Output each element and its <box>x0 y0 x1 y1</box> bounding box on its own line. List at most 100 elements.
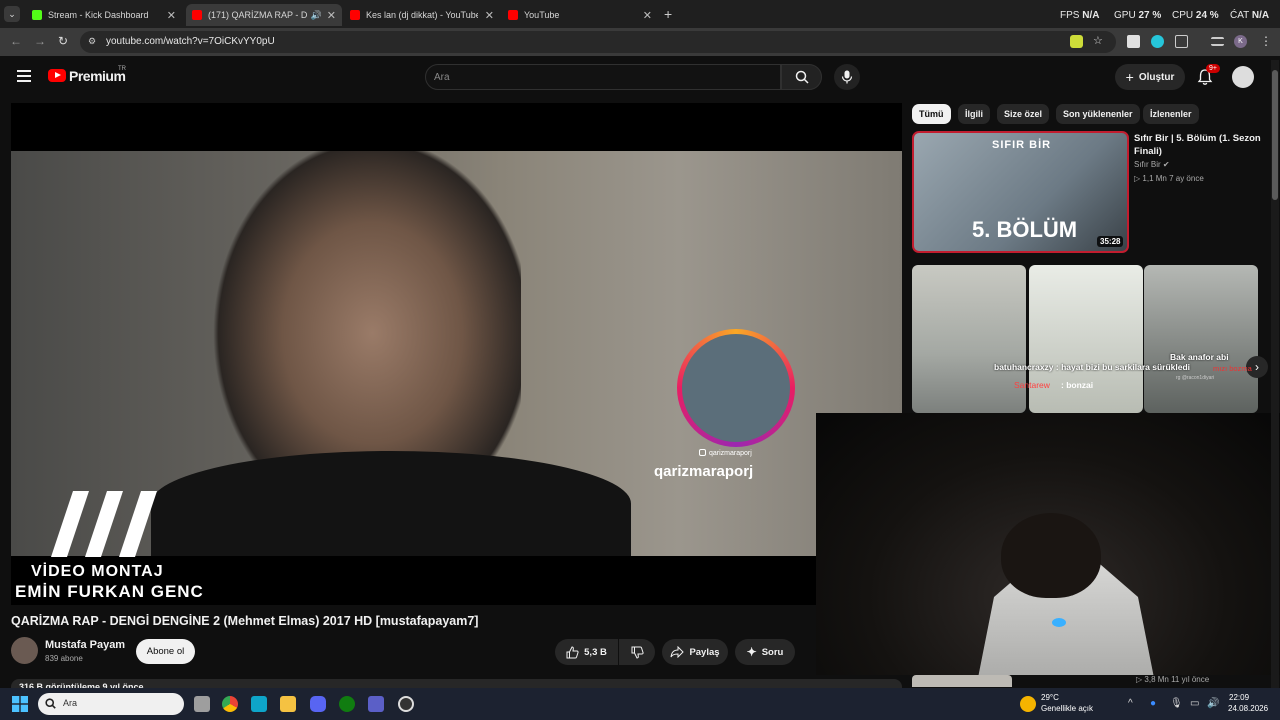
extra-readout: ĆAT N/A <box>1230 10 1270 21</box>
search-icon <box>795 70 809 84</box>
chip-for-you[interactable]: Size özel <box>997 104 1050 124</box>
video-player[interactable]: VİDEO MONTAJ EMİN FURKAN GENC qarizmarap… <box>11 103 902 605</box>
taskbar-search-text[interactable]: Ara <box>63 698 77 708</box>
dislike-button[interactable] <box>619 639 655 665</box>
tray-overflow-chevron-icon[interactable]: ^ <box>1128 698 1133 709</box>
share-icon <box>670 646 685 658</box>
speaker-icon[interactable]: 🔊 <box>311 10 322 21</box>
task-view-icon[interactable] <box>194 696 210 712</box>
network-icon[interactable]: ▭ <box>1190 698 1199 709</box>
recommendation-channel[interactable]: Sıfır Bir ✔ <box>1134 160 1170 169</box>
clock-date[interactable]: 24.08.2026 <box>1228 704 1268 713</box>
recommendation-meta: ▷ 1,1 Mn 7 ay önce <box>1134 174 1204 183</box>
fps-readout: FPS N/A <box>1060 10 1100 21</box>
short-subcaption: rg @racon1diyari <box>1176 375 1215 381</box>
url-text[interactable]: youtube.com/watch?v=7OiCKvYY0pU <box>106 36 275 47</box>
recommendation-thumbnail[interactable]: SIFIR BİR 5. BÖLÜM <box>912 131 1129 253</box>
xbox-icon[interactable] <box>339 696 355 712</box>
voice-search-button[interactable] <box>834 64 860 90</box>
weather-temperature[interactable]: 29°C <box>1041 693 1059 702</box>
tab-youtube[interactable]: YouTube ✕ <box>502 4 658 26</box>
weather-sun-icon[interactable] <box>1020 696 1036 712</box>
chat-username: Santarew <box>1014 380 1050 390</box>
chip-related[interactable]: İlgili <box>958 104 990 124</box>
channel-avatar[interactable] <box>11 637 38 664</box>
montage-credit-line2: EMİN FURKAN GENC <box>15 582 204 601</box>
obs-icon[interactable] <box>398 696 414 712</box>
hamburger-menu-icon[interactable] <box>17 70 31 82</box>
play-count-icon: ▷ <box>1134 174 1141 183</box>
channel-name[interactable]: Mustafa Payam <box>45 639 125 651</box>
bookmark-star-icon[interactable]: ☆ <box>1093 34 1103 47</box>
extension-icon[interactable] <box>1151 35 1164 48</box>
tab-qarizma-rap[interactable]: (171) QARİZMA RAP - DENG 🔊 ✕ <box>186 4 342 26</box>
reload-icon[interactable]: ↻ <box>58 34 68 48</box>
chip-watched[interactable]: İzlenenler <box>1143 104 1199 124</box>
search-button[interactable] <box>781 64 822 90</box>
extension-icon[interactable] <box>1127 35 1140 48</box>
volume-icon[interactable]: 🔊 <box>1207 698 1219 709</box>
scrollbar-thumb[interactable] <box>1272 70 1278 200</box>
montage-logo-icon <box>51 491 157 557</box>
taskbar-search[interactable] <box>38 693 184 715</box>
kick-icon <box>32 10 42 20</box>
site-info-icon[interactable]: ⚙ <box>88 36 96 47</box>
youtube-premium-logo[interactable]: Premium <box>69 68 126 84</box>
tab-kick-dashboard[interactable]: Stream - Kick Dashboard ✕ <box>26 4 182 26</box>
chrome-icon[interactable] <box>222 696 238 712</box>
extension-icon[interactable] <box>1070 35 1083 48</box>
close-tab-icon[interactable]: ✕ <box>327 9 336 22</box>
forward-arrow-icon[interactable]: → <box>34 34 46 48</box>
profile-avatar-icon[interactable]: K <box>1234 35 1247 48</box>
instagram-handle: qarizmaraporj <box>654 463 754 480</box>
puzzle-icon[interactable] <box>1175 35 1188 48</box>
address-bar[interactable]: ⚙ youtube.com/watch?v=7OiCKvYY0pU ☆ <box>80 31 1116 53</box>
browser-tab-strip: ⌄ Stream - Kick Dashboard ✕ (171) QARİZM… <box>0 0 1280 28</box>
recommendation-thumbnail[interactable] <box>912 675 1012 687</box>
create-button[interactable]: + Oluştur <box>1115 64 1185 90</box>
account-avatar[interactable] <box>1232 66 1254 88</box>
close-tab-icon[interactable]: ✕ <box>485 9 494 22</box>
ask-button[interactable]: ✦ Soru <box>735 639 795 665</box>
chip-recently-uploaded[interactable]: Son yüklenenler <box>1056 104 1140 124</box>
microphone-icon <box>841 70 853 84</box>
short-thumbnail[interactable] <box>912 265 1026 413</box>
subscribe-button[interactable]: Abone ol <box>136 639 195 664</box>
channel-subscriber-count: 839 abone <box>45 654 83 663</box>
windows-start-icon[interactable] <box>12 696 28 712</box>
thumbnail-brand-text: SIFIR BİR <box>992 139 1052 151</box>
recommendation-title[interactable]: Sıfır Bir | 5. Bölüm (1. Sezon Finali) <box>1134 132 1264 158</box>
app-icon[interactable] <box>251 696 267 712</box>
short-thumbnail[interactable] <box>1144 265 1258 413</box>
media-control-icon[interactable] <box>1211 37 1224 46</box>
search-box <box>425 64 781 90</box>
webcam-overlay <box>816 413 1280 675</box>
share-button[interactable]: Paylaş <box>662 639 728 665</box>
weather-description[interactable]: Genellikle açık <box>1041 704 1093 713</box>
clock-time[interactable]: 22:09 <box>1229 693 1249 702</box>
search-icon <box>45 698 56 709</box>
tab-kes-lan[interactable]: Kes lan (dj dikkat) - YouTube ✕ <box>344 4 500 26</box>
back-arrow-icon[interactable]: ← <box>10 34 22 48</box>
like-button[interactable]: 5,3 B <box>555 639 618 665</box>
teams-icon[interactable] <box>368 696 384 712</box>
youtube-logo-icon[interactable] <box>48 69 66 82</box>
file-explorer-icon[interactable] <box>280 696 296 712</box>
kebab-menu-icon[interactable]: ⋮ <box>1260 34 1272 48</box>
new-tab-button[interactable]: + <box>664 6 672 22</box>
play-count-icon: ▷ <box>1136 675 1143 684</box>
youtube-icon <box>508 10 518 20</box>
video-subject-shirt <box>151 451 631 556</box>
close-tab-icon[interactable]: ✕ <box>167 9 176 22</box>
short-thumbnail[interactable] <box>1029 265 1143 413</box>
chat-message: batuhancraxzy : hayat bizi bu sarkilara … <box>994 362 1191 372</box>
gpu-readout: GPU 27 % <box>1114 10 1162 21</box>
chip-all[interactable]: Tümü <box>912 104 951 124</box>
discord-icon[interactable] <box>310 696 326 712</box>
search-input[interactable] <box>434 69 764 85</box>
tray-app-icon[interactable]: ● <box>1150 698 1156 709</box>
verified-check-icon: ✔ <box>1162 160 1170 169</box>
close-tab-icon[interactable]: ✕ <box>643 9 652 22</box>
tab-search-chevron-icon[interactable]: ⌄ <box>4 6 20 22</box>
microphone-tray-icon[interactable]: 🎙 <box>1170 698 1183 709</box>
